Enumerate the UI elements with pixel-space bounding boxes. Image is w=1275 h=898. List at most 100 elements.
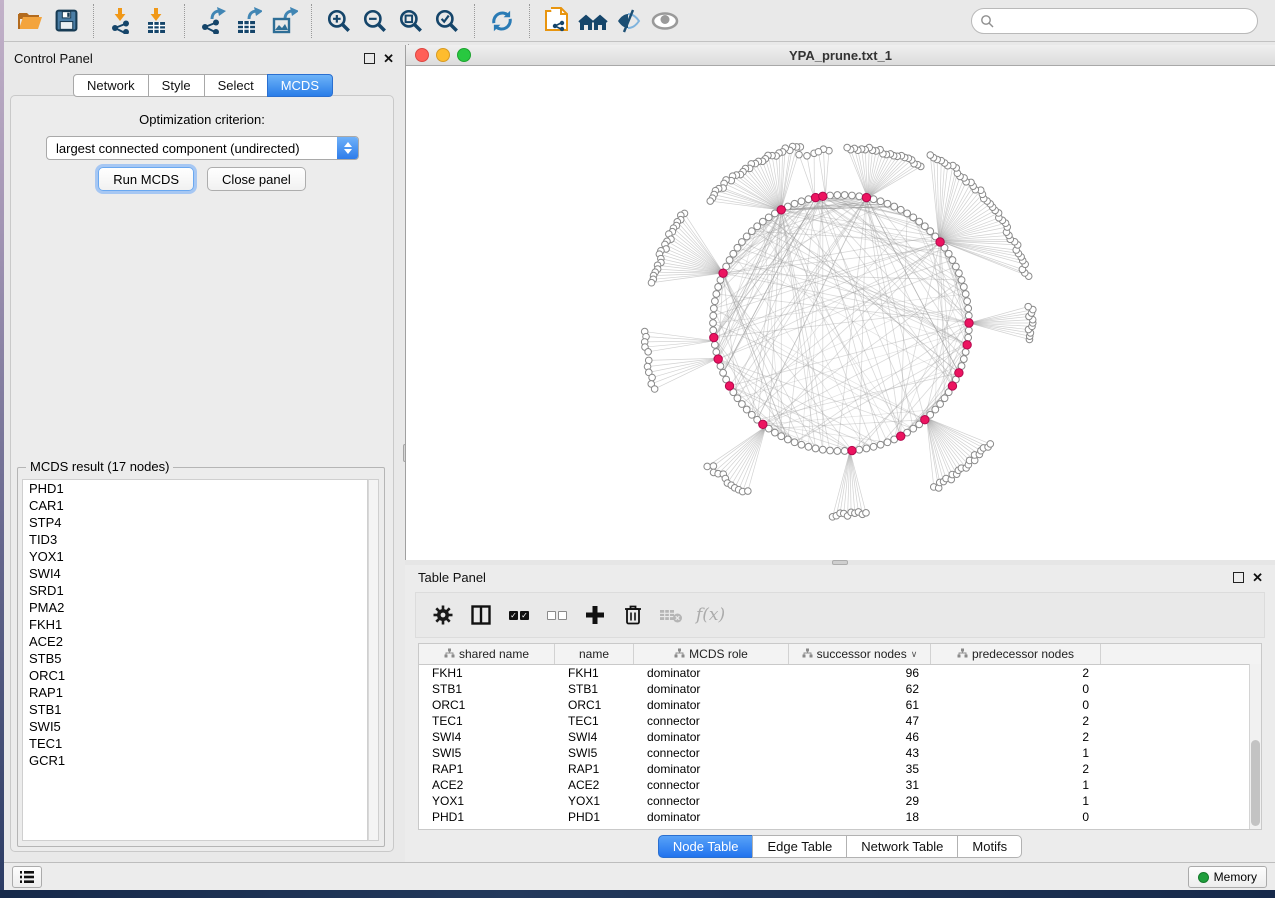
- table-scrollbar[interactable]: [1249, 664, 1261, 829]
- mcds-result-item[interactable]: FKH1: [23, 616, 367, 633]
- table-row[interactable]: SWI5SWI5connector431: [419, 745, 1261, 761]
- table-cell[interactable]: ORC1: [555, 698, 634, 712]
- export-network-icon[interactable]: [196, 5, 228, 37]
- clone-network-icon[interactable]: [541, 5, 573, 37]
- table-row[interactable]: RAP1RAP1dominator352: [419, 761, 1261, 777]
- mcds-result-item[interactable]: TEC1: [23, 735, 367, 752]
- tab-mcds[interactable]: MCDS: [267, 74, 333, 97]
- column-header-predecessor-nodes[interactable]: predecessor nodes: [931, 644, 1101, 664]
- birds-eye-view-icon[interactable]: [649, 5, 681, 37]
- table-cell[interactable]: 1: [931, 778, 1101, 792]
- deselect-all-icon[interactable]: [544, 602, 570, 628]
- column-header-MCDS-role[interactable]: MCDS role: [634, 644, 789, 664]
- close-window-icon[interactable]: [415, 48, 429, 62]
- memory-button[interactable]: Memory: [1188, 866, 1267, 888]
- table-row[interactable]: ACE2ACE2connector311: [419, 777, 1261, 793]
- table-cell[interactable]: 46: [789, 730, 931, 744]
- table-cell[interactable]: 2: [931, 666, 1101, 680]
- zoom-fit-content-icon[interactable]: [395, 5, 427, 37]
- mcds-list-scrollbar[interactable]: [368, 479, 379, 841]
- mcds-result-item[interactable]: STB5: [23, 650, 367, 667]
- table-cell[interactable]: dominator: [634, 762, 789, 776]
- run-mcds-button[interactable]: Run MCDS: [98, 167, 194, 191]
- zoom-out-icon[interactable]: [359, 5, 391, 37]
- table-cell[interactable]: RAP1: [555, 762, 634, 776]
- save-session-icon[interactable]: [50, 5, 82, 37]
- mcds-result-item[interactable]: SWI4: [23, 565, 367, 582]
- table-scrollbar-thumb[interactable]: [1251, 740, 1260, 826]
- table-cell[interactable]: 31: [789, 778, 931, 792]
- table-cell[interactable]: 0: [931, 698, 1101, 712]
- node-table[interactable]: shared namenameMCDS rolesuccessor nodes∨…: [418, 643, 1262, 830]
- mcds-result-item[interactable]: STB1: [23, 701, 367, 718]
- table-cell[interactable]: connector: [634, 778, 789, 792]
- table-cell[interactable]: connector: [634, 746, 789, 760]
- table-cell[interactable]: dominator: [634, 698, 789, 712]
- table-row[interactable]: ORC1ORC1dominator610: [419, 697, 1261, 713]
- close-panel-icon[interactable]: ✕: [383, 53, 394, 64]
- import-network-icon[interactable]: [105, 5, 137, 37]
- zoom-in-icon[interactable]: [323, 5, 355, 37]
- network-graph[interactable]: [406, 66, 1275, 560]
- table-cell[interactable]: SWI4: [555, 730, 634, 744]
- table-cell[interactable]: 18: [789, 810, 931, 824]
- hide-graphics-details-icon[interactable]: [613, 5, 645, 37]
- table-cell[interactable]: 2: [931, 730, 1101, 744]
- table-row[interactable]: TEC1TEC1connector472: [419, 713, 1261, 729]
- mcds-result-item[interactable]: SWI5: [23, 718, 367, 735]
- table-cell[interactable]: connector: [634, 794, 789, 808]
- search-input[interactable]: [994, 10, 1257, 32]
- table-cell[interactable]: TEC1: [419, 714, 555, 728]
- table-row[interactable]: STB1STB1dominator620: [419, 681, 1261, 697]
- table-cell[interactable]: 47: [789, 714, 931, 728]
- maximize-window-icon[interactable]: [457, 48, 471, 62]
- tab-edge-table[interactable]: Edge Table: [752, 835, 847, 858]
- table-cell[interactable]: 29: [789, 794, 931, 808]
- table-row[interactable]: SWI4SWI4dominator462: [419, 729, 1261, 745]
- table-cell[interactable]: YOX1: [419, 794, 555, 808]
- delete-row-icon[interactable]: [620, 602, 646, 628]
- close-panel-button[interactable]: Close panel: [207, 167, 306, 191]
- table-cell[interactable]: 0: [931, 810, 1101, 824]
- tab-select[interactable]: Select: [204, 74, 268, 97]
- table-cell[interactable]: dominator: [634, 682, 789, 696]
- table-cell[interactable]: 2: [931, 714, 1101, 728]
- table-cell[interactable]: FKH1: [555, 666, 634, 680]
- column-header-successor-nodes[interactable]: successor nodes∨: [789, 644, 931, 664]
- mcds-result-item[interactable]: GCR1: [23, 752, 367, 769]
- search-box[interactable]: [971, 8, 1258, 34]
- zoom-selected-icon[interactable]: [431, 5, 463, 37]
- table-cell[interactable]: ACE2: [419, 778, 555, 792]
- table-cell[interactable]: 43: [789, 746, 931, 760]
- open-session-icon[interactable]: [14, 5, 46, 37]
- table-cell[interactable]: STB1: [555, 682, 634, 696]
- table-cell[interactable]: 1: [931, 794, 1101, 808]
- table-cell[interactable]: TEC1: [555, 714, 634, 728]
- network-canvas[interactable]: [406, 66, 1275, 560]
- table-cell[interactable]: connector: [634, 714, 789, 728]
- column-header-shared-name[interactable]: shared name: [419, 644, 555, 664]
- mcds-result-item[interactable]: RAP1: [23, 684, 367, 701]
- table-cell[interactable]: SWI5: [555, 746, 634, 760]
- float-panel-icon[interactable]: [364, 53, 375, 64]
- close-table-panel-icon[interactable]: ✕: [1252, 572, 1263, 583]
- table-cell[interactable]: FKH1: [419, 666, 555, 680]
- table-cell[interactable]: ORC1: [419, 698, 555, 712]
- table-cell[interactable]: RAP1: [419, 762, 555, 776]
- export-table-icon[interactable]: [232, 5, 264, 37]
- home-view-icon[interactable]: [577, 5, 609, 37]
- network-window-titlebar[interactable]: YPA_prune.txt_1: [406, 45, 1275, 66]
- table-row[interactable]: FKH1FKH1dominator962: [419, 665, 1261, 681]
- mcds-result-item[interactable]: ACE2: [23, 633, 367, 650]
- table-cell[interactable]: STB1: [419, 682, 555, 696]
- select-all-icon[interactable]: ✓✓: [506, 602, 532, 628]
- tab-network-table[interactable]: Network Table: [846, 835, 958, 858]
- table-cell[interactable]: dominator: [634, 810, 789, 824]
- apply-layout-icon[interactable]: [486, 5, 518, 37]
- mcds-result-item[interactable]: TID3: [23, 531, 367, 548]
- table-cell[interactable]: ACE2: [555, 778, 634, 792]
- import-table-icon[interactable]: [141, 5, 173, 37]
- mcds-result-item[interactable]: SRD1: [23, 582, 367, 599]
- tab-style[interactable]: Style: [148, 74, 205, 97]
- table-cell[interactable]: 0: [931, 682, 1101, 696]
